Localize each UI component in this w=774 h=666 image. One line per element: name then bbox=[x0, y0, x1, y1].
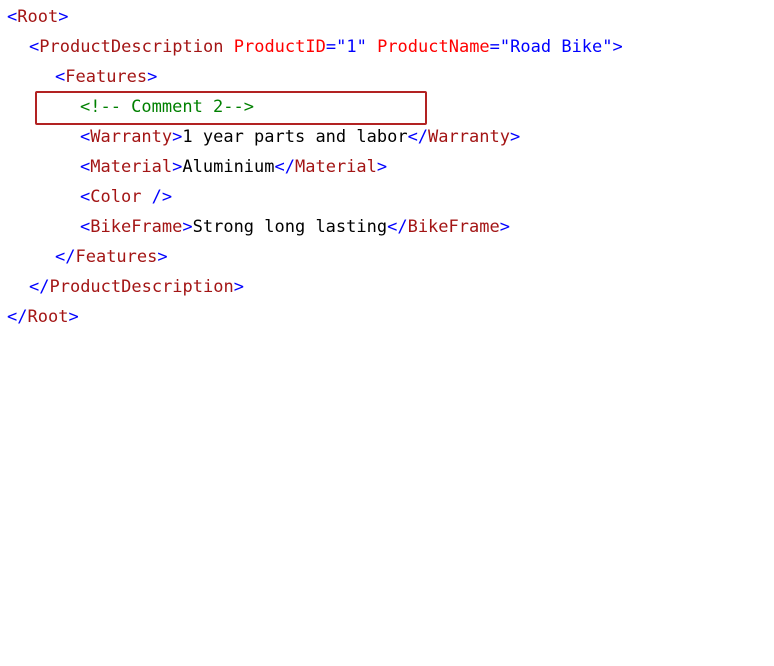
xml-tag-name: Root bbox=[27, 307, 69, 327]
xml-bracket: </ bbox=[29, 277, 50, 297]
xml-bracket: > bbox=[157, 247, 168, 267]
xml-bracket: < bbox=[55, 67, 66, 87]
xml-line-bikeframe: <BikeFrame>Strong long lasting</BikeFram… bbox=[0, 212, 510, 242]
xml-bracket: > bbox=[172, 127, 183, 147]
xml-line-features-open: <Features> bbox=[0, 62, 157, 92]
xml-tag-name: ProductDescription bbox=[49, 277, 234, 297]
xml-line-productdescription-close: </ProductDescription> bbox=[0, 272, 244, 302]
xml-attribute-name: ProductID bbox=[233, 37, 326, 57]
xml-tag-name: Color bbox=[90, 187, 142, 207]
xml-bracket: > bbox=[68, 307, 79, 327]
xml-bracket: > bbox=[233, 277, 244, 297]
xml-tag-name: Features bbox=[75, 247, 158, 267]
xml-bracket: < bbox=[29, 37, 40, 57]
xml-line-root-open: <Root> bbox=[0, 2, 68, 32]
xml-bracket: </ bbox=[55, 247, 76, 267]
xml-bracket: < bbox=[80, 127, 91, 147]
xml-bracket: > bbox=[376, 157, 388, 177]
xml-attribute-value: "1" bbox=[336, 37, 367, 57]
xml-bracket: < bbox=[7, 7, 18, 27]
xml-tag-name: ProductDescription bbox=[39, 37, 224, 57]
xml-tag-name: BikeFrame bbox=[407, 217, 500, 237]
xml-bracket: > bbox=[172, 157, 183, 177]
xml-line-warranty: <Warranty>1 year parts and labor</Warran… bbox=[0, 122, 520, 152]
xml-bracket: > bbox=[147, 67, 158, 87]
xml-bracket: </ bbox=[7, 307, 28, 327]
xml-bracket: </ bbox=[274, 157, 295, 177]
xml-bracket: </ bbox=[387, 217, 408, 237]
xml-equals: = bbox=[489, 37, 500, 57]
xml-line-material: <Material>Aluminium</Material> bbox=[0, 152, 387, 182]
xml-bracket: > bbox=[58, 7, 69, 27]
xml-text-content: Strong long lasting bbox=[192, 217, 388, 237]
xml-line-color: <Color /> bbox=[0, 182, 172, 212]
xml-tag-name: Root bbox=[17, 7, 59, 27]
xml-text-content: 1 year parts and labor bbox=[182, 127, 408, 147]
xml-equals: = bbox=[325, 37, 337, 57]
xml-tag-name: Features bbox=[65, 67, 148, 87]
xml-bracket: > bbox=[612, 37, 623, 57]
xml-tag-name: Warranty bbox=[428, 127, 510, 147]
xml-bracket: > bbox=[499, 217, 510, 237]
xml-tag-name: Material bbox=[90, 157, 173, 177]
xml-line-root-close: </Root> bbox=[0, 302, 79, 332]
xml-tag-name: Warranty bbox=[90, 127, 173, 147]
xml-code-view: <Root> <ProductDescription ProductID="1"… bbox=[0, 0, 774, 333]
comment-highlight-box bbox=[35, 91, 427, 125]
xml-bracket: < bbox=[80, 217, 91, 237]
xml-text-content: Aluminium bbox=[182, 157, 275, 177]
xml-bracket: /> bbox=[141, 187, 173, 207]
xml-bracket: < bbox=[80, 157, 91, 177]
xml-bracket: > bbox=[182, 217, 193, 237]
xml-bracket: > bbox=[509, 127, 521, 147]
xml-attribute-name: ProductName bbox=[377, 37, 490, 57]
xml-attribute-value: "Road Bike" bbox=[499, 37, 613, 57]
xml-line-features-close: </Features> bbox=[0, 242, 168, 272]
xml-tag-name: BikeFrame bbox=[90, 217, 183, 237]
xml-bracket: </ bbox=[407, 127, 429, 147]
xml-tag-name: Material bbox=[295, 157, 377, 177]
xml-line-productdescription-open: <ProductDescription ProductID="1" Produc… bbox=[0, 32, 623, 62]
xml-bracket: < bbox=[80, 187, 91, 207]
